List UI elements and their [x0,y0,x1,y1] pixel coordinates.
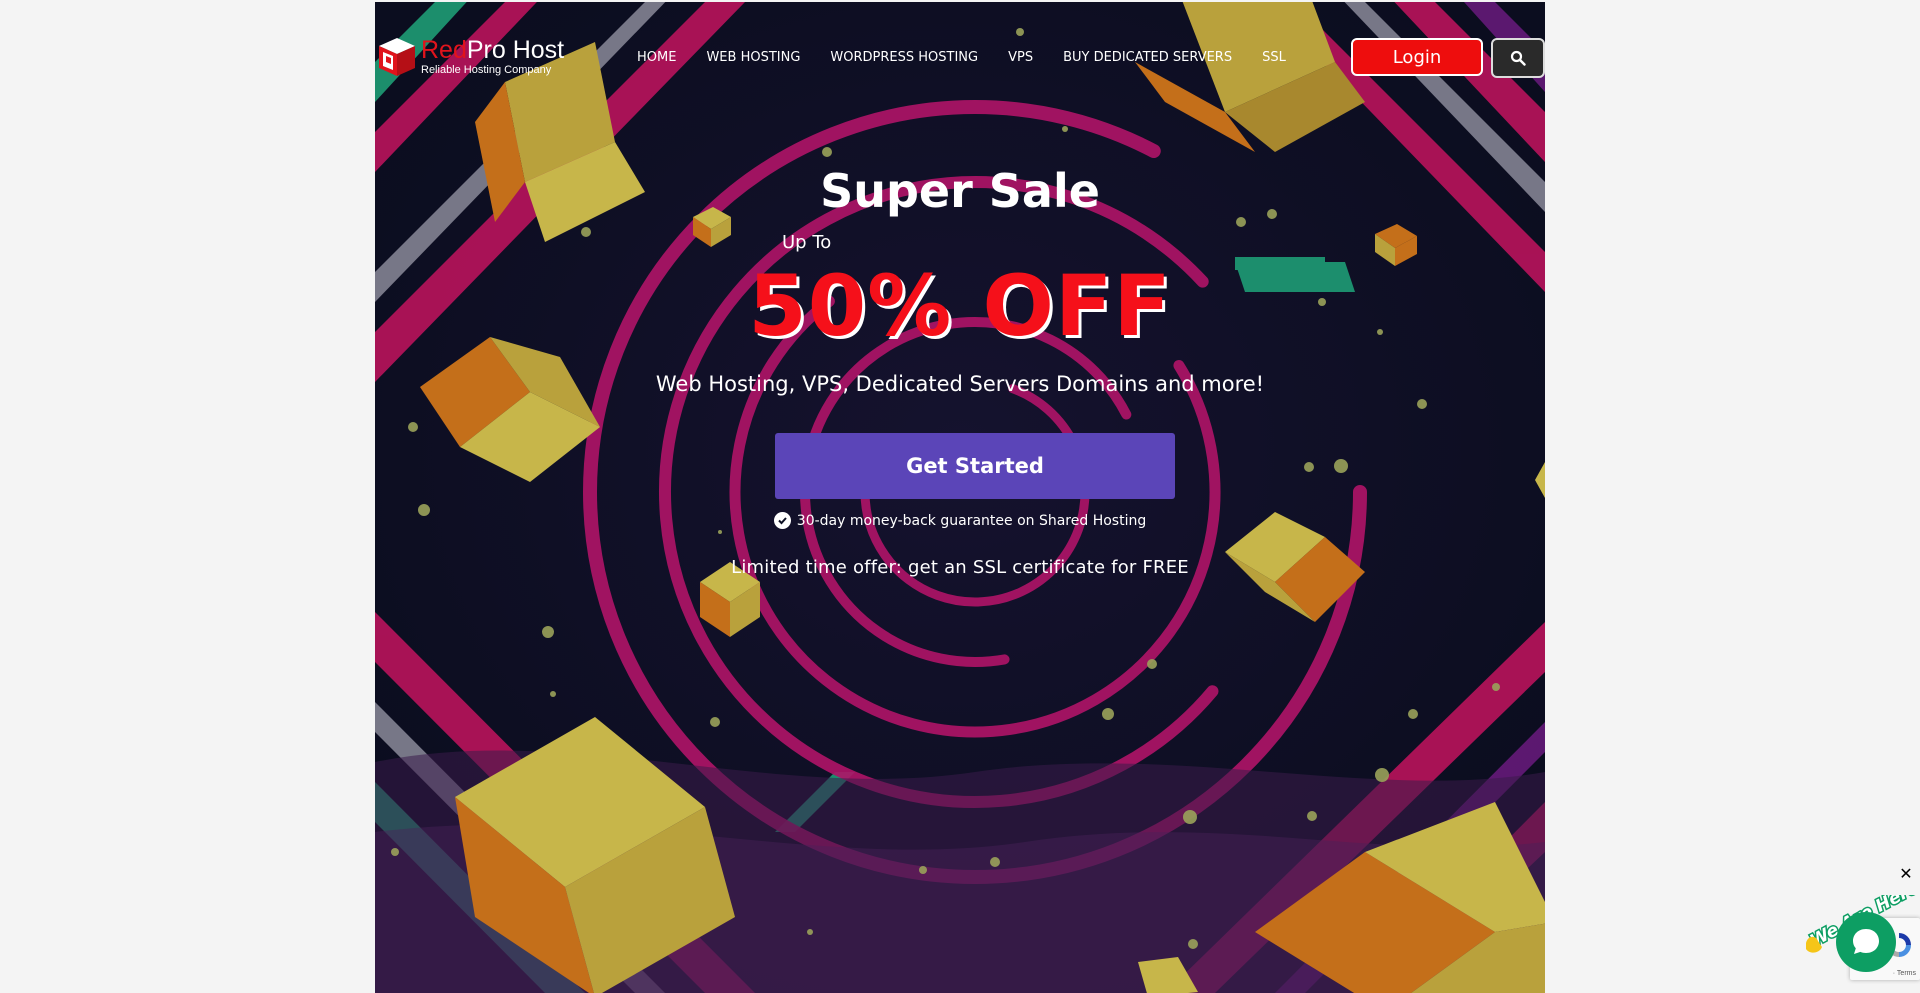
site-logo[interactable]: RedPro Host Reliable Hosting Company [375,32,575,82]
guarantee-text: 30-day money-back guarantee on Shared Ho… [796,512,1147,529]
nav-ssl[interactable]: SSL [1262,50,1286,65]
search-icon [1510,50,1526,66]
recaptcha-terms[interactable]: · Terms [1893,970,1916,977]
login-button[interactable]: Login [1351,38,1483,76]
hero-title: Super Sale [820,164,1100,218]
logo-cube-icon [379,38,415,76]
chat-close-button[interactable]: ✕ [1898,866,1914,882]
chat-bubble-icon [1853,929,1879,954]
nav-vps[interactable]: VPS [1008,50,1033,65]
check-circle-icon [773,512,791,529]
nav-home[interactable]: HOME [637,50,676,65]
brand-tagline: Reliable Hosting Company [421,64,552,76]
get-started-button[interactable]: Get Started [775,433,1175,499]
chat-open-button[interactable] [1836,912,1896,972]
main-nav: HOME WEB HOSTING WORDPRESS HOSTING VPS B… [637,50,1286,65]
hero-subtitle: Web Hosting, VPS, Dedicated Servers Doma… [655,372,1265,396]
hero-upto: Up To [782,232,832,253]
nav-dedicated-servers[interactable]: BUY DEDICATED SERVERS [1063,50,1232,65]
hero-discount: 50% OFF [748,257,1172,355]
brand-name: RedPro Host [421,36,565,64]
search-button[interactable] [1491,38,1545,78]
nav-wordpress-hosting[interactable]: WORDPRESS HOSTING [830,50,978,65]
limited-offer: Limited time offer: get an SSL certifica… [731,557,1189,578]
nav-web-hosting[interactable]: WEB HOSTING [706,50,800,65]
guarantee-note: 30-day money-back guarantee on Shared Ho… [375,512,1545,529]
hero-banner: RedPro Host Reliable Hosting Company HOM… [375,2,1545,993]
